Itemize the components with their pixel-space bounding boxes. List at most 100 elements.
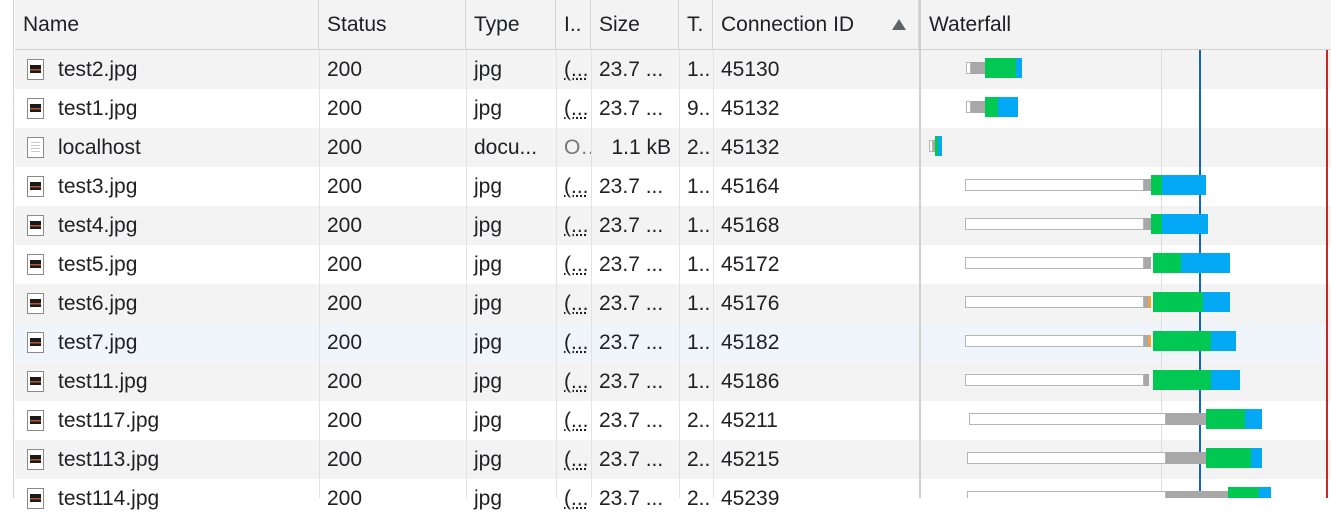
time-cell: 2.. [687,409,711,432]
name-cell[interactable]: test117.jpg [15,401,319,440]
size-cell: 1.1 kB [611,136,671,159]
size-cell: 23.7 ... [599,448,664,471]
size-cell: 23.7 ... [599,331,664,354]
name-cell[interactable]: test3.jpg [15,167,319,206]
image-file-icon [27,176,44,197]
initiator-cell[interactable]: (... [556,206,591,245]
waterfall-download-segment [938,136,942,156]
name-cell[interactable]: test5.jpg [15,245,319,284]
time-cell: 1.. [687,175,711,198]
waterfall-dns-segment [1148,335,1151,347]
waterfall-waiting-segment [1153,331,1211,351]
name-cell[interactable]: test1.jpg [15,89,319,128]
size-cell: 23.7 ... [599,214,664,237]
waterfall-waiting-segment [1151,175,1162,195]
request-name: test113.jpg [58,448,160,471]
waterfall-bar[interactable] [921,409,1331,429]
connection-id-cell: 45168 [721,214,780,237]
initiator-cell[interactable]: (... [556,323,591,362]
waterfall-queued-segment [965,335,1144,347]
waterfall-queued-segment [965,179,1144,191]
column-header-initiator[interactable]: I.. [556,0,591,49]
name-cell[interactable]: test113.jpg [15,440,319,479]
time-cell: 1.. [687,292,711,315]
waterfall-queued-segment [967,491,1166,498]
status-cell: 200 [327,214,363,237]
column-header-connection-id[interactable]: Connection ID [713,0,919,49]
waterfall-queued-segment [967,452,1166,464]
column-header-name[interactable]: Name [15,0,319,49]
waterfall-bar[interactable] [921,136,1331,156]
initiator-cell[interactable]: (... [556,362,591,401]
waterfall-bar[interactable] [921,370,1331,390]
time-cell: 1.. [687,253,711,276]
load-event-marker [1326,50,1328,498]
status-cell: 200 [327,487,363,510]
waterfall-bar[interactable] [921,448,1331,468]
column-divider [556,50,557,498]
column-divider [713,50,714,498]
waterfall-bar[interactable] [921,97,1331,117]
name-cell[interactable]: test6.jpg [15,284,319,323]
time-cell: 9.. [687,97,711,120]
request-name: test5.jpg [58,253,138,276]
initiator-cell[interactable]: (... [556,479,591,518]
waterfall-queued-segment [969,413,1166,425]
column-divider [466,50,467,498]
waterfall-download-segment [1203,292,1230,312]
name-cell[interactable]: test4.jpg [15,206,319,245]
initiator-cell[interactable]: (... [556,50,591,89]
name-cell[interactable]: test7.jpg [15,323,319,362]
column-header-size[interactable]: Size [591,0,679,49]
request-name: test2.jpg [58,58,138,81]
image-file-icon [27,98,44,119]
initiator-cell[interactable]: (... [556,167,591,206]
waterfall-download-segment [998,97,1018,117]
waterfall-bar[interactable] [921,253,1331,273]
waterfall-download-segment [1251,448,1262,468]
name-cell[interactable]: localhost [15,128,319,167]
waterfall-bar[interactable] [921,292,1331,312]
waterfall-download-segment [1162,214,1208,234]
size-cell: 23.7 ... [599,175,664,198]
column-header-type[interactable]: Type [466,0,556,49]
waterfall-area [921,50,1331,498]
column-header-time[interactable]: T. [679,0,713,49]
column-header-waterfall[interactable]: Waterfall [921,0,1331,49]
status-cell: 200 [327,331,363,354]
initiator-cell[interactable]: (... [556,245,591,284]
waterfall-bar[interactable] [921,175,1331,195]
request-name: localhost [58,136,141,159]
time-cell: 1.. [687,331,711,354]
waterfall-stalled-segment [1166,413,1206,425]
status-cell: 200 [327,136,363,159]
waterfall-bar[interactable] [921,214,1331,234]
waterfall-bar[interactable] [921,487,1331,498]
waterfall-bar[interactable] [921,58,1331,78]
waterfall-bar[interactable] [921,331,1331,351]
connection-id-cell: 45182 [721,331,780,354]
time-cell: 2.. [687,448,711,471]
initiator-cell[interactable]: (... [556,89,591,128]
image-file-icon [27,59,44,80]
waterfall-waiting-segment [985,97,998,117]
initiator-cell[interactable]: (... [556,284,591,323]
name-cell[interactable]: test2.jpg [15,50,319,89]
initiator-cell[interactable]: (... [556,401,591,440]
name-cell[interactable]: test11.jpg [15,362,319,401]
time-cell: 1.. [687,58,711,81]
waterfall-download-segment [1162,175,1206,195]
initiator-cell[interactable]: O... [556,128,591,167]
status-cell: 200 [327,97,363,120]
name-cell[interactable]: test114.jpg [15,479,319,518]
time-cell: 2.. [687,136,711,159]
waterfall-download-segment [1181,253,1230,273]
initiator-cell[interactable]: (... [556,440,591,479]
request-name: test3.jpg [58,175,138,198]
waterfall-queued-segment [965,257,1144,269]
waterfall-queued-segment [965,374,1144,386]
column-header-status[interactable]: Status [319,0,466,49]
connection-id-cell: 45132 [721,97,780,120]
status-cell: 200 [327,448,363,471]
waterfall-stalled-segment [971,62,985,74]
